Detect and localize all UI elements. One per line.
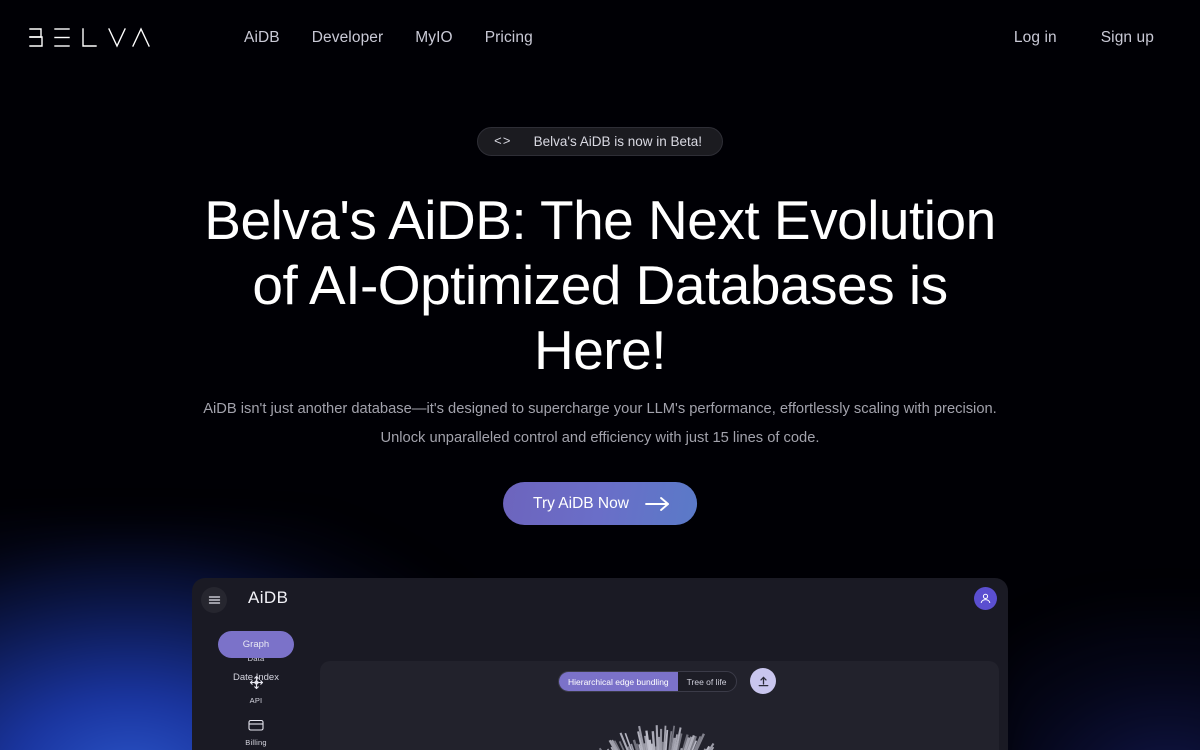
tab-graph[interactable]: Graph (218, 631, 294, 658)
upload-icon[interactable] (750, 668, 776, 694)
background-glow-right (1000, 600, 1200, 750)
code-icon: <> (493, 134, 512, 149)
sidebar-item-billing[interactable]: Billing (192, 715, 320, 747)
app-preview-mockup: AiDB Data API Billing Graph Date Index H… (192, 578, 1008, 750)
nav-link-aidb[interactable]: AiDB (228, 23, 296, 53)
tab-graph-label: Graph (242, 639, 270, 650)
tab-date-index[interactable]: Date Index (192, 672, 320, 683)
radial-bundle-graphic (598, 725, 715, 750)
try-aidb-button[interactable]: Try AiDB Now (503, 482, 697, 525)
hierarchical-edge-bundling-chart (320, 707, 999, 750)
nav-link-pricing[interactable]: Pricing (469, 23, 549, 53)
nav-link-myio[interactable]: MyIO (399, 23, 468, 53)
user-avatar-icon[interactable] (974, 587, 997, 610)
nav-auth-actions: Log in Sign up (992, 23, 1176, 53)
belva-logo[interactable] (28, 25, 152, 51)
login-link[interactable]: Log in (992, 23, 1079, 53)
beta-badge-label: Belva's AiDB is now in Beta! (533, 134, 703, 149)
mock-content-panel: Hierarchical edge bundling Tree of life (320, 661, 999, 750)
mock-app-title: AiDB (248, 588, 289, 607)
mock-header: AiDB (192, 578, 1008, 621)
sidebar-label-billing: Billing (245, 738, 267, 747)
visualization-mode-toggle: Hierarchical edge bundling Tree of life (558, 671, 737, 692)
nav-links: AiDB Developer MyIO Pricing (228, 23, 549, 53)
nav-link-developer[interactable]: Developer (296, 23, 400, 53)
beta-announcement-badge[interactable]: <> Belva's AiDB is now in Beta! (476, 127, 724, 156)
sidebar-label-api: API (249, 696, 263, 705)
card-icon (242, 715, 271, 734)
arrow-right-icon (644, 496, 669, 511)
mock-tab-column: Graph Date Index (192, 631, 320, 683)
segment-hierarchical-edge-bundling[interactable]: Hierarchical edge bundling (559, 672, 678, 691)
hamburger-icon[interactable] (201, 587, 227, 613)
mock-body: Data API Billing Graph Date Index Hierar… (192, 621, 1008, 750)
landing-page: AiDB Developer MyIO Pricing Log in Sign … (0, 0, 1200, 750)
signup-link[interactable]: Sign up (1079, 23, 1176, 53)
hero-subtitle: AiDB isn't just another database—it's de… (203, 401, 997, 446)
page-title: Belva's AiDB: The Next Evolution of AI-O… (204, 189, 996, 381)
cta-label: Try AiDB Now (533, 494, 629, 512)
top-navigation-bar: AiDB Developer MyIO Pricing Log in Sign … (0, 0, 1200, 76)
segment-tree-of-life[interactable]: Tree of life (678, 672, 736, 691)
